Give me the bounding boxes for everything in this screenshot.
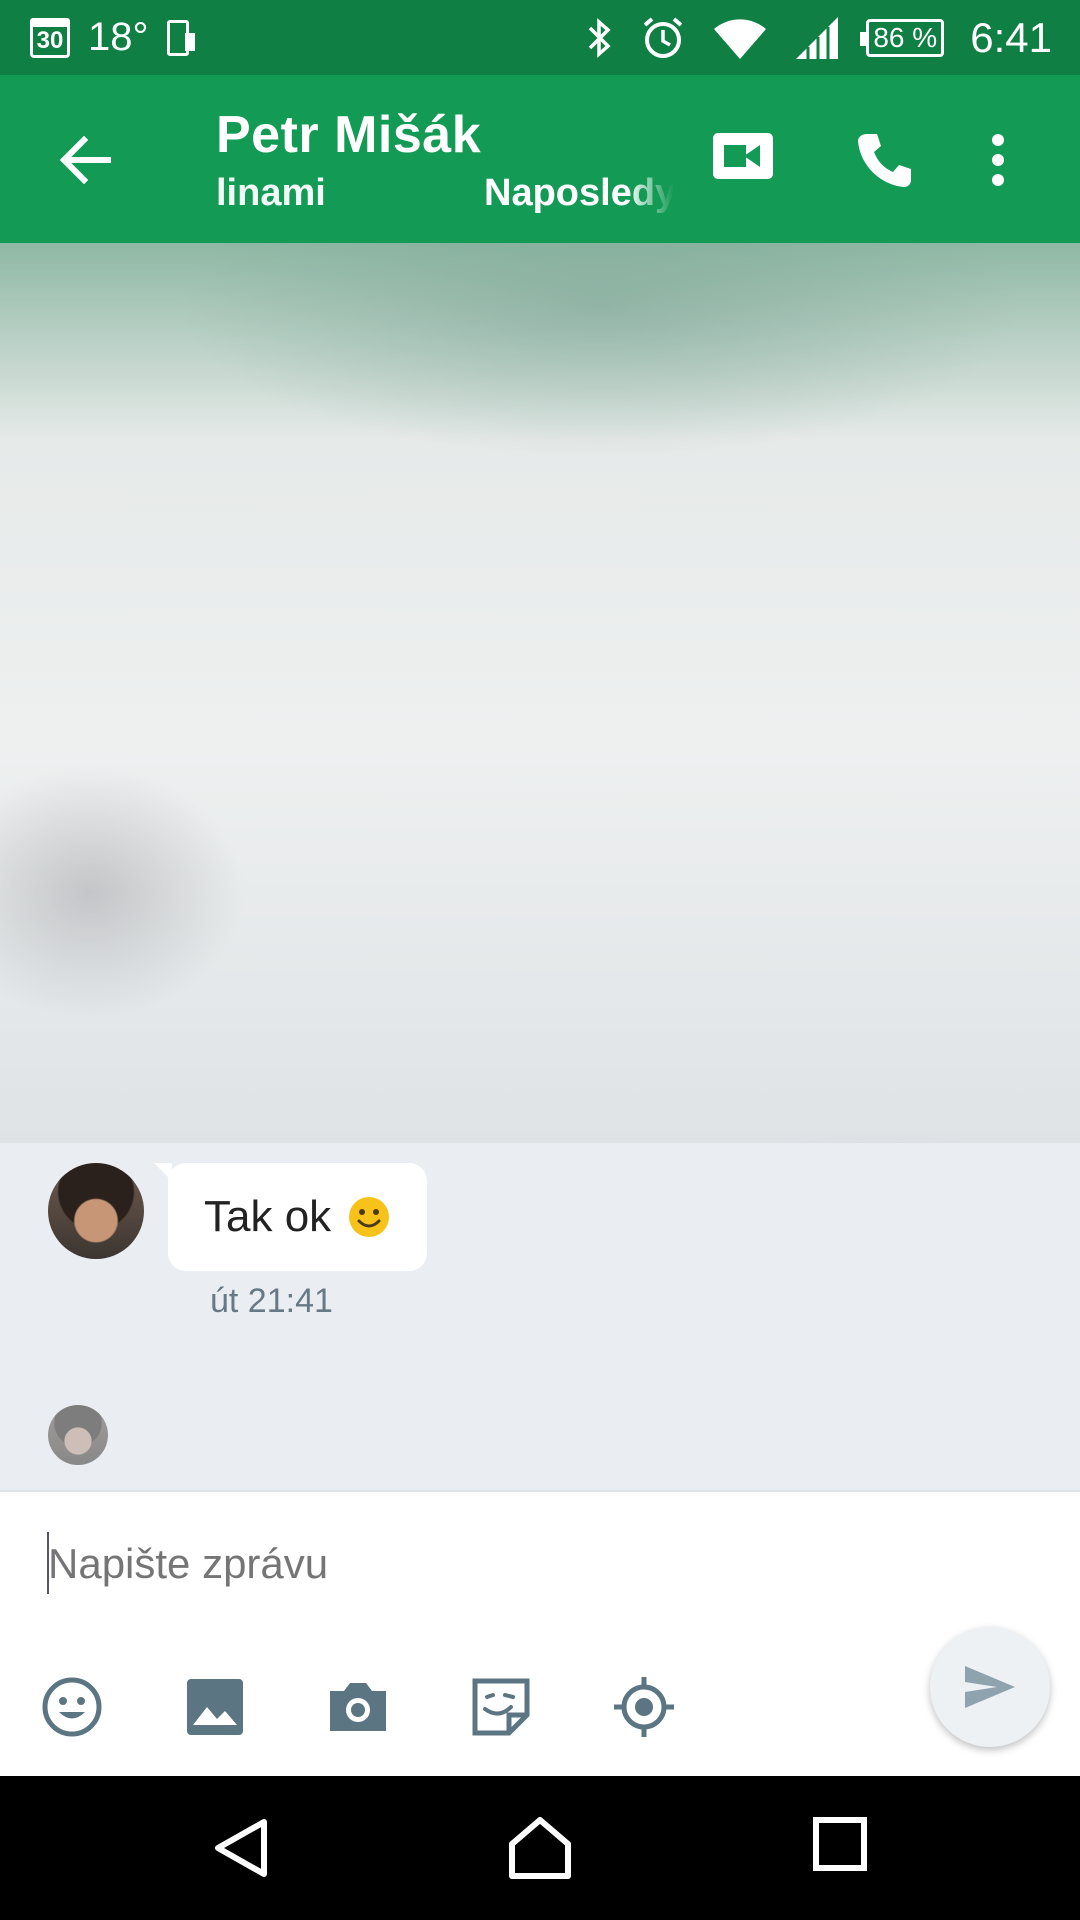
more-vert-icon: [992, 134, 1004, 186]
temperature: 18°: [88, 15, 149, 59]
nav-recents-button[interactable]: [812, 1816, 868, 1877]
phone-call-icon: [858, 134, 911, 187]
message-input[interactable]: [48, 1534, 908, 1594]
emoji-button[interactable]: [40, 1675, 104, 1739]
app-bar: Petr Mišák linami Naposledy: [0, 75, 1080, 243]
sticker-icon: [472, 1678, 530, 1736]
back-button[interactable]: [50, 125, 120, 195]
chat-background: [0, 243, 1080, 1143]
message-bubble[interactable]: Tak ok: [153, 1163, 428, 1271]
chat-area[interactable]: [0, 1143, 1080, 1490]
smiley-emoji-icon: [349, 1197, 390, 1237]
location-icon: [614, 1677, 674, 1737]
clock: 6:41: [970, 13, 1052, 61]
composer: [0, 1490, 1080, 1778]
calendar-icon: 30: [30, 17, 70, 58]
gallery-icon: [187, 1679, 243, 1735]
send-button[interactable]: [930, 1627, 1050, 1747]
video-call-icon: [713, 133, 773, 179]
nav-back-button[interactable]: [210, 1816, 274, 1885]
signal-icon: [794, 15, 840, 61]
alarm-icon: [640, 15, 686, 61]
wifi-icon: [712, 15, 768, 61]
message-text: Tak ok: [204, 1192, 332, 1241]
avatar[interactable]: [48, 1163, 144, 1259]
camera-button[interactable]: [326, 1675, 390, 1739]
back-nav-icon: [215, 1819, 267, 1877]
recents-nav-icon: [813, 1817, 867, 1871]
nav-home-button[interactable]: [506, 1816, 574, 1885]
bluetooth-icon: [586, 16, 614, 60]
seen-avatar: [48, 1405, 108, 1465]
battery-level: 86 %: [873, 21, 938, 53]
status-ticker-right: Naposledy: [484, 172, 674, 214]
phone-call-button[interactable]: [855, 130, 915, 195]
navigation-bar: [0, 1776, 1080, 1920]
phone-status-icon: [166, 19, 195, 56]
battery-icon: 86 %: [860, 18, 945, 57]
contact-name[interactable]: Petr Mišák: [216, 105, 481, 165]
location-button[interactable]: [612, 1675, 676, 1739]
back-arrow-icon: [59, 135, 111, 185]
emoji-icon: [42, 1677, 102, 1737]
calendar-day: 30: [36, 26, 64, 54]
gallery-button[interactable]: [183, 1675, 247, 1739]
video-call-button[interactable]: [712, 130, 774, 187]
camera-icon: [330, 1683, 386, 1731]
send-icon: [965, 1666, 1015, 1708]
home-nav-icon: [509, 1817, 571, 1879]
more-options-button[interactable]: [990, 130, 1006, 195]
sticker-button[interactable]: [469, 1675, 533, 1739]
status-ticker-left: linami: [216, 172, 326, 214]
status-bar: 30 18° 86 % 6:41: [0, 0, 1080, 75]
message-timestamp: út 21:41: [210, 1282, 333, 1320]
